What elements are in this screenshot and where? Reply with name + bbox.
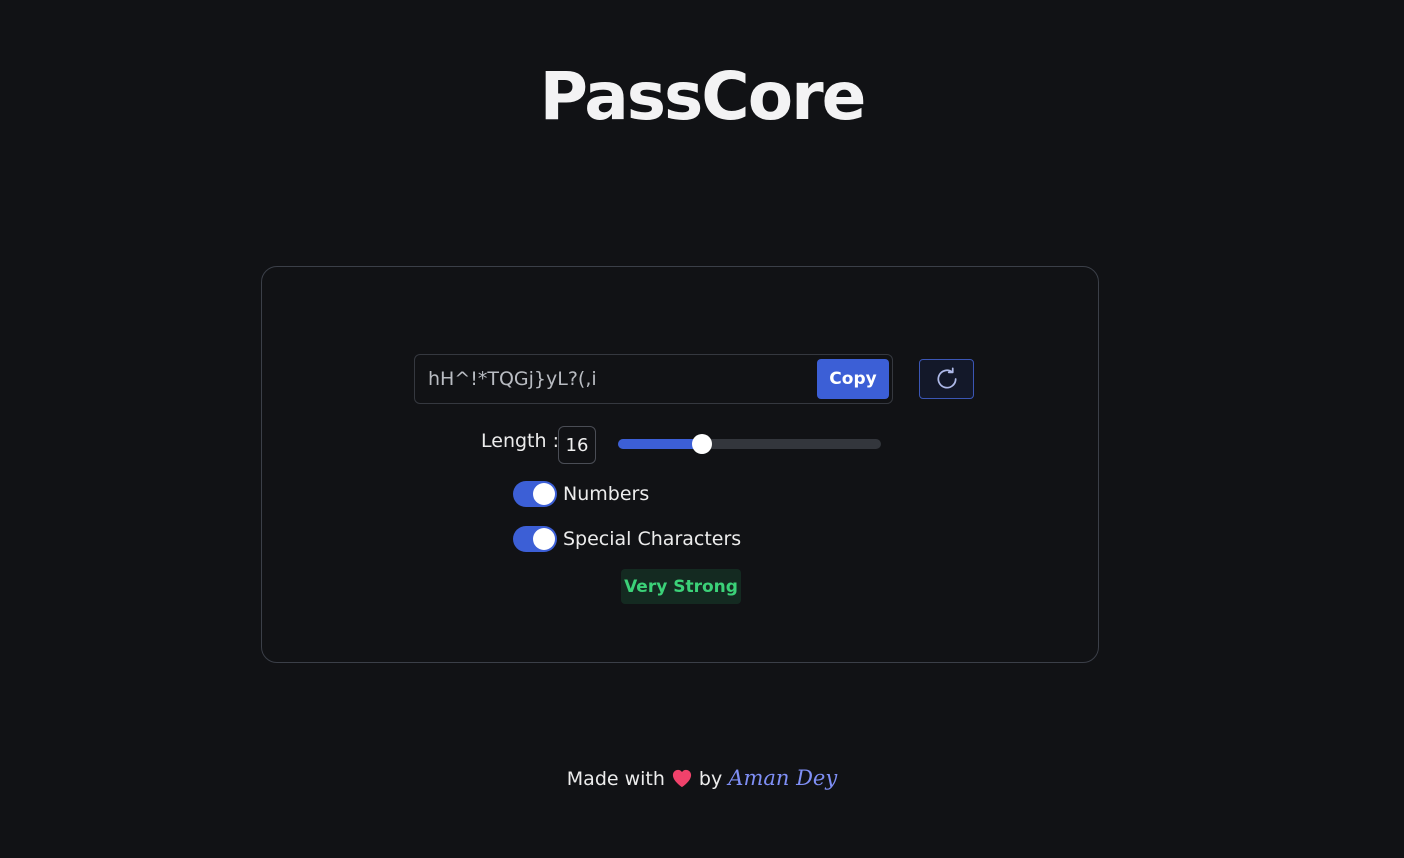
toggle-knob <box>533 528 555 550</box>
refresh-icon <box>936 367 957 389</box>
footer-made-with: Made with <box>566 768 665 790</box>
footer: Made with by Aman Dey <box>0 766 1404 793</box>
length-label: Length : <box>481 430 559 452</box>
password-field: Copy <box>414 354 893 404</box>
length-slider-fill <box>618 439 703 449</box>
author-link[interactable]: Aman Dey <box>728 766 837 790</box>
numbers-label: Numbers <box>563 483 650 505</box>
footer-by: by <box>698 768 723 790</box>
special-characters-toggle[interactable] <box>513 526 557 552</box>
numbers-toggle[interactable] <box>513 481 557 507</box>
option-special-characters: Special Characters <box>513 526 741 552</box>
heart-icon <box>671 768 693 793</box>
length-slider[interactable] <box>618 434 881 454</box>
option-numbers: Numbers <box>513 481 649 507</box>
strength-badge: Very Strong <box>621 569 741 604</box>
refresh-button[interactable] <box>919 359 974 399</box>
copy-button[interactable]: Copy <box>817 359 889 399</box>
password-input[interactable] <box>428 355 813 403</box>
special-characters-label: Special Characters <box>563 528 742 550</box>
toggle-knob <box>533 483 555 505</box>
page-title: PassCore <box>539 58 867 135</box>
length-value: 16 <box>558 426 596 464</box>
